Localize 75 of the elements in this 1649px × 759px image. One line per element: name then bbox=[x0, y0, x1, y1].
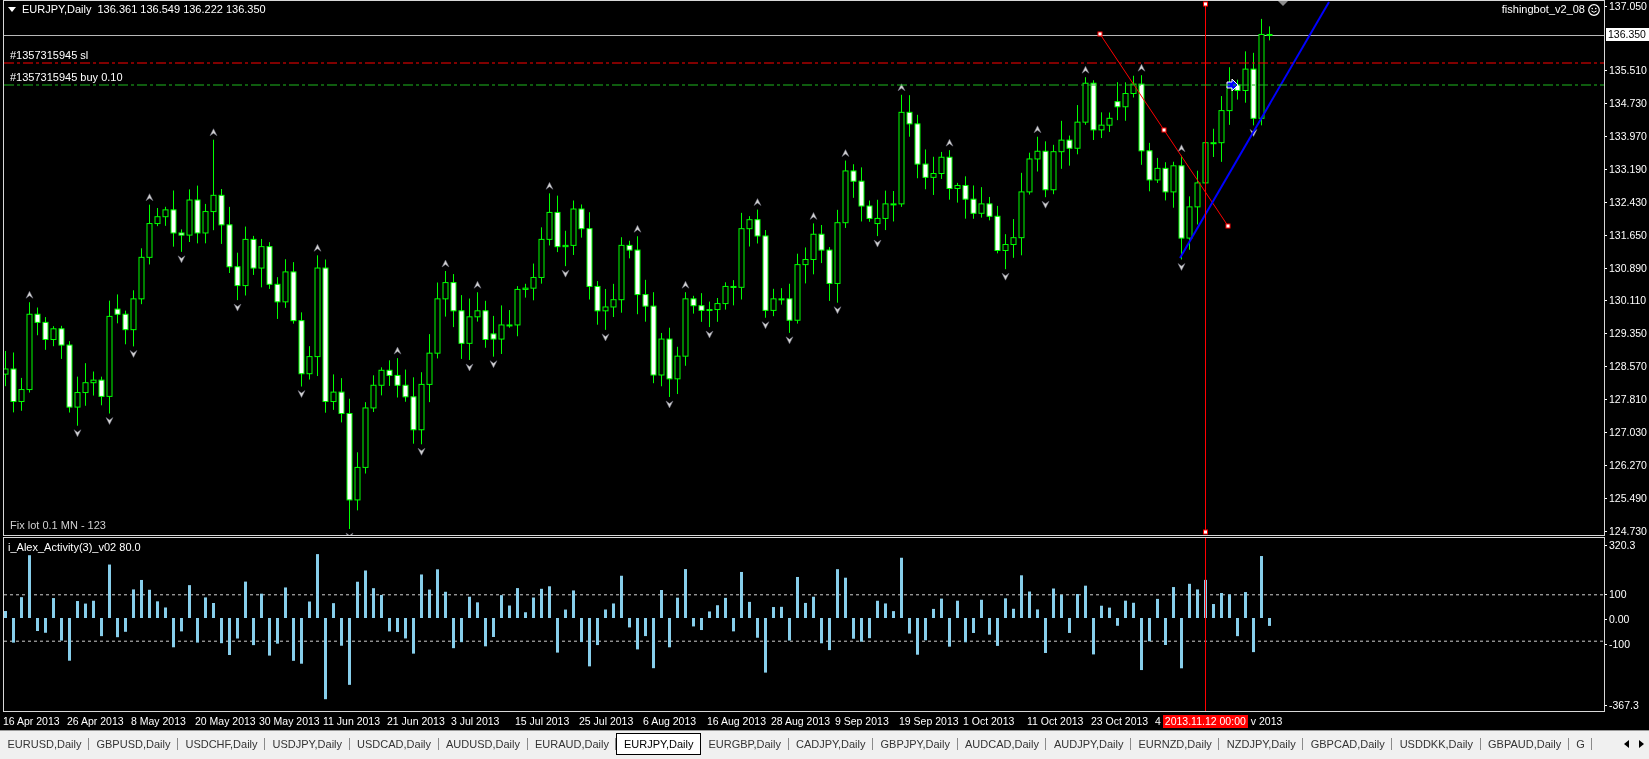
date-label: 26 Apr 2013 bbox=[67, 714, 125, 728]
date-label: 23 Oct 2013 bbox=[1091, 714, 1150, 728]
chart-tab[interactable]: AUDUSD,Daily bbox=[438, 733, 528, 755]
chart-tab[interactable]: GBPJPY,Daily bbox=[873, 733, 958, 755]
ohlc-values: 136.361 136.549 136.222 136.350 bbox=[97, 3, 266, 16]
date-label: 3 Jul 2013 bbox=[451, 714, 501, 728]
indicator-level-label: 320.3 bbox=[1605, 539, 1649, 551]
chart-tab[interactable]: EURUSD,Daily bbox=[0, 733, 89, 755]
date-label: 6 Aug 2013 bbox=[643, 714, 698, 728]
date-label: 21 Jun 2013 bbox=[387, 714, 446, 728]
price-label: 133.970 bbox=[1605, 129, 1647, 142]
chart-tab[interactable]: USDJPY,Daily bbox=[265, 733, 350, 755]
price-label: 135.510 bbox=[1605, 63, 1647, 76]
chart-tab[interactable]: AUDCAD,Daily bbox=[957, 733, 1047, 755]
date-label: v 2013 bbox=[1250, 714, 1283, 728]
order-label: #1357315945 sl bbox=[10, 49, 89, 62]
order-label: #1357315945 buy 0.10 bbox=[10, 71, 123, 84]
chart-tab[interactable]: GBPAUD,Daily bbox=[1480, 733, 1569, 755]
chart-tab[interactable]: EURNZD,Daily bbox=[1131, 733, 1220, 755]
price-label: 133.190 bbox=[1605, 162, 1647, 175]
chart-tab[interactable]: USDCHF,Daily bbox=[177, 733, 266, 755]
price-label: 131.650 bbox=[1605, 228, 1647, 241]
date-label: 15 Jul 2013 bbox=[515, 714, 571, 728]
caret-down-icon[interactable] bbox=[8, 7, 16, 12]
date-label: 1 Oct 2013 bbox=[963, 714, 1016, 728]
date-label: 16 Aug 2013 bbox=[707, 714, 767, 728]
indicator-title: i_Alex_Activity(3)_v02 80.0 bbox=[8, 541, 141, 554]
date-label: 19 Sep 2013 bbox=[899, 714, 960, 728]
price-label: 125.490 bbox=[1605, 492, 1647, 505]
chart-tab[interactable]: GBPCAD,Daily bbox=[1303, 733, 1393, 755]
price-label: 127.810 bbox=[1605, 393, 1647, 406]
date-label: 28 Aug 2013 bbox=[771, 714, 831, 728]
symbol-label: EURJPY,Daily bbox=[22, 3, 92, 16]
chart-tab[interactable]: USDCAD,Daily bbox=[349, 733, 439, 755]
chart-tab[interactable]: CADJPY,Daily bbox=[788, 733, 873, 755]
date-label: 25 Jul 2013 bbox=[579, 714, 635, 728]
date-label: 11 Oct 2013 bbox=[1027, 714, 1085, 728]
date-label: 8 May 2013 bbox=[131, 714, 187, 728]
smiley-icon bbox=[1588, 3, 1600, 16]
date-label: 20 May 2013 bbox=[195, 714, 257, 728]
chart-tab[interactable]: EURGBP,Daily bbox=[700, 733, 789, 755]
expert-name: fishingbot_v2_08 bbox=[1501, 3, 1585, 16]
caret-right-icon bbox=[1639, 740, 1644, 748]
indicator-level-label: 100 bbox=[1605, 588, 1649, 600]
price-label: 130.110 bbox=[1605, 294, 1647, 307]
comment-text: Fix lot 0.1 MN - 123 bbox=[10, 519, 106, 532]
chart-tab[interactable]: NZDJPY,Daily bbox=[1219, 733, 1304, 755]
chart-tab[interactable]: EURJPY,Daily bbox=[616, 733, 701, 755]
price-label: 130.890 bbox=[1605, 261, 1647, 274]
price-label: 124.730 bbox=[1605, 525, 1647, 538]
indicator-level-label: -367.3 bbox=[1605, 699, 1649, 711]
date-label: 9 Sep 2013 bbox=[835, 714, 890, 728]
chart-tab[interactable]: G bbox=[1568, 733, 1593, 755]
chart-tab[interactable]: USDDKK,Daily bbox=[1392, 733, 1481, 755]
date-label: 4 bbox=[1155, 714, 1161, 728]
indicator-level-label: 0.00 bbox=[1605, 613, 1649, 625]
date-label: 16 Apr 2013 bbox=[3, 714, 61, 728]
chart-tab[interactable]: AUDJPY,Daily bbox=[1046, 733, 1131, 755]
price-label: 127.030 bbox=[1605, 426, 1647, 439]
price-label: 128.570 bbox=[1605, 360, 1647, 373]
date-label: 11 Jun 2013 bbox=[323, 714, 382, 728]
triangle-marker-icon bbox=[1278, 1, 1288, 6]
cursor-date-label: 2013.11.12 00:00 bbox=[1162, 714, 1248, 728]
price-label: 137.050 bbox=[1605, 0, 1647, 12]
chart-tab[interactable]: GBPUSD,Daily bbox=[88, 733, 178, 755]
chart-tab[interactable]: EURAUD,Daily bbox=[527, 733, 617, 755]
price-label: 129.350 bbox=[1605, 327, 1647, 340]
date-label: 30 May 2013 bbox=[259, 714, 321, 728]
caret-left-icon bbox=[1624, 740, 1629, 748]
current-price-label: 136.350 bbox=[1606, 28, 1649, 41]
price-label: 134.730 bbox=[1605, 96, 1647, 109]
price-label: 132.430 bbox=[1605, 195, 1647, 208]
indicator-level-label: -100 bbox=[1605, 638, 1649, 650]
price-label: 126.270 bbox=[1605, 459, 1647, 472]
trade-arrow-icon bbox=[1226, 78, 1239, 92]
